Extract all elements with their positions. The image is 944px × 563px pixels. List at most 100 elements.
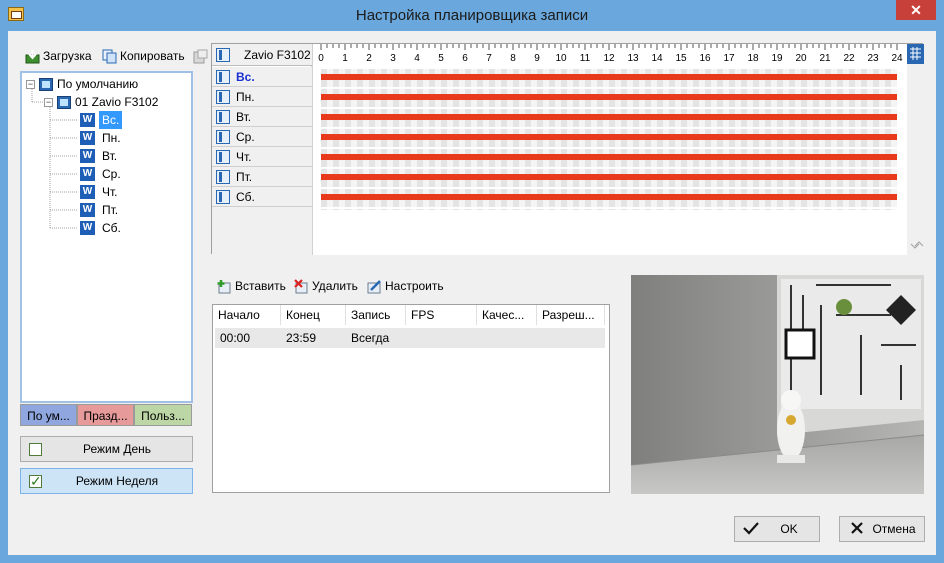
title-bar[interactable]: Настройка планировщика записи ✕ bbox=[0, 0, 944, 31]
hour-label: 9 bbox=[534, 53, 540, 64]
ok-label: OK bbox=[780, 522, 798, 536]
grid-camera-header: Zavio F3102 bbox=[212, 44, 312, 66]
ok-button[interactable]: OK bbox=[734, 516, 820, 542]
day-row-icon bbox=[216, 189, 230, 204]
day-mode-button[interactable]: Режим День bbox=[20, 436, 193, 462]
record-bar[interactable] bbox=[321, 114, 897, 120]
week-mode-button[interactable]: ✓ Режим Неделя bbox=[20, 468, 193, 494]
day-row-icon bbox=[216, 89, 230, 104]
tab-holidays[interactable]: Празд... bbox=[77, 404, 134, 426]
schedule-list[interactable]: Начало Конец Запись FPS Качес... Разреш.… bbox=[212, 304, 610, 493]
copy-icon bbox=[102, 49, 117, 64]
tree-lines bbox=[31, 89, 78, 229]
hour-label: 0 bbox=[318, 53, 324, 64]
hour-label: 23 bbox=[867, 53, 879, 64]
delete-label: Удалить bbox=[312, 279, 358, 293]
load-label: Загрузка bbox=[43, 49, 92, 63]
record-bar[interactable] bbox=[321, 154, 897, 160]
week-mode-checkbox[interactable]: ✓ bbox=[29, 474, 42, 488]
check-icon bbox=[743, 521, 759, 538]
setup-label: Настроить bbox=[385, 279, 444, 293]
column-header[interactable]: Начало bbox=[213, 305, 281, 325]
hour-label: 10 bbox=[555, 53, 567, 64]
calendar-view-button[interactable] bbox=[907, 44, 924, 64]
day-row-icon bbox=[216, 109, 230, 124]
grid-day-label: Пн. bbox=[236, 89, 255, 104]
cancel-label: Отмена bbox=[872, 522, 916, 536]
hour-label: 22 bbox=[843, 53, 855, 64]
day-row-icon bbox=[216, 149, 230, 164]
hour-label: 3 bbox=[390, 53, 396, 64]
camera-preview-image bbox=[631, 275, 924, 494]
hour-label: 6 bbox=[462, 53, 468, 64]
day-mode-checkbox[interactable] bbox=[29, 442, 42, 456]
scrollbar-track bbox=[907, 44, 924, 255]
hour-label: 24 bbox=[891, 53, 903, 64]
column-header[interactable]: Конец bbox=[281, 305, 346, 325]
tab-custom[interactable]: Польз... bbox=[134, 404, 192, 426]
hour-label: 16 bbox=[699, 53, 711, 64]
grid-day-label: Вт. bbox=[236, 109, 252, 124]
hour-label: 19 bbox=[771, 53, 783, 64]
schedule-grid[interactable]: 0 1 2 3 4 5 6 7 8 9 10 11 12 13 14 15 16 17 18 19 20 21 22 23 24… bbox=[211, 43, 924, 255]
grid-day-label: Пт. bbox=[236, 169, 253, 184]
schedule-tabs: По ум... Празд... Польз... bbox=[20, 404, 192, 427]
window-title: Настройка планировщика записи bbox=[355, 7, 589, 24]
cell-record: Всегда bbox=[351, 331, 390, 345]
grid-camera-label: Zavio F3102 bbox=[244, 47, 311, 62]
grid-day-label: Вс. bbox=[236, 69, 255, 84]
copy-label: Копировать bbox=[120, 49, 185, 63]
cancel-button[interactable]: Отмена bbox=[839, 516, 925, 542]
insert-button[interactable]: Вставить bbox=[217, 276, 286, 296]
grid-day-row[interactable]: Сб. bbox=[212, 187, 312, 207]
hour-label: 2 bbox=[366, 53, 372, 64]
schedule-tree[interactable]: − По умолчанию − 01 Zavio F3102 W Вс. W … bbox=[20, 71, 193, 403]
record-bar[interactable] bbox=[321, 174, 897, 180]
hour-label: 4 bbox=[414, 53, 420, 64]
grid-day-label: Сб. bbox=[236, 189, 255, 204]
load-button[interactable]: Загрузка bbox=[25, 46, 92, 66]
download-icon bbox=[25, 49, 40, 64]
hour-label: 15 bbox=[675, 53, 687, 64]
hour-label: 13 bbox=[627, 53, 639, 64]
timeline-canvas[interactable]: 0 1 2 3 4 5 6 7 8 9 10 11 12 13 14 15 16 17 18 19 20 21 22 23 24 bbox=[212, 44, 924, 255]
tab-default[interactable]: По ум... bbox=[20, 404, 77, 426]
camera-row-icon bbox=[216, 47, 230, 62]
cell-start: 00:00 bbox=[220, 331, 251, 345]
setup-button[interactable]: Настроить bbox=[367, 276, 444, 296]
grid-day-label: Чт. bbox=[236, 149, 252, 164]
week-mode-label: Режим Неделя bbox=[75, 474, 159, 488]
record-bar[interactable] bbox=[321, 194, 897, 200]
paste-icon bbox=[193, 49, 208, 64]
paste-button[interactable] bbox=[193, 46, 208, 66]
grid-day-row[interactable]: Чт. bbox=[212, 147, 312, 167]
label-column-fill bbox=[212, 206, 312, 255]
grid-day-row[interactable]: Вс. bbox=[212, 67, 312, 87]
insert-label: Вставить bbox=[235, 279, 286, 293]
hour-label: 8 bbox=[510, 53, 516, 64]
grid-day-row[interactable]: Пн. bbox=[212, 87, 312, 107]
day-row-icon bbox=[216, 129, 230, 144]
column-header[interactable]: Разреш... bbox=[537, 305, 605, 325]
grid-day-row[interactable]: Вт. bbox=[212, 107, 312, 127]
close-button[interactable]: ✕ bbox=[896, 0, 936, 20]
record-bar[interactable] bbox=[321, 94, 897, 100]
hour-label: 20 bbox=[795, 53, 807, 64]
copy-button[interactable]: Копировать bbox=[102, 46, 185, 66]
hour-label: 18 bbox=[747, 53, 759, 64]
hour-label: 21 bbox=[819, 53, 831, 64]
grid-day-row[interactable]: Ср. bbox=[212, 127, 312, 147]
column-header[interactable]: Запись bbox=[346, 305, 406, 325]
close-icon bbox=[850, 521, 864, 538]
grid-day-row[interactable]: Пт. bbox=[212, 167, 312, 187]
day-row-icon bbox=[216, 69, 230, 84]
column-header[interactable]: Качес... bbox=[477, 305, 537, 325]
record-bar[interactable] bbox=[321, 134, 897, 140]
column-header[interactable]: FPS bbox=[406, 305, 477, 325]
cell-end: 23:59 bbox=[286, 331, 317, 345]
delete-button[interactable]: Удалить bbox=[294, 276, 358, 296]
table-row[interactable]: 00:00 23:59 Всегда bbox=[215, 328, 605, 348]
hour-label: 5 bbox=[438, 53, 444, 64]
day-mode-label: Режим День bbox=[82, 442, 151, 456]
record-bar[interactable] bbox=[321, 74, 897, 80]
